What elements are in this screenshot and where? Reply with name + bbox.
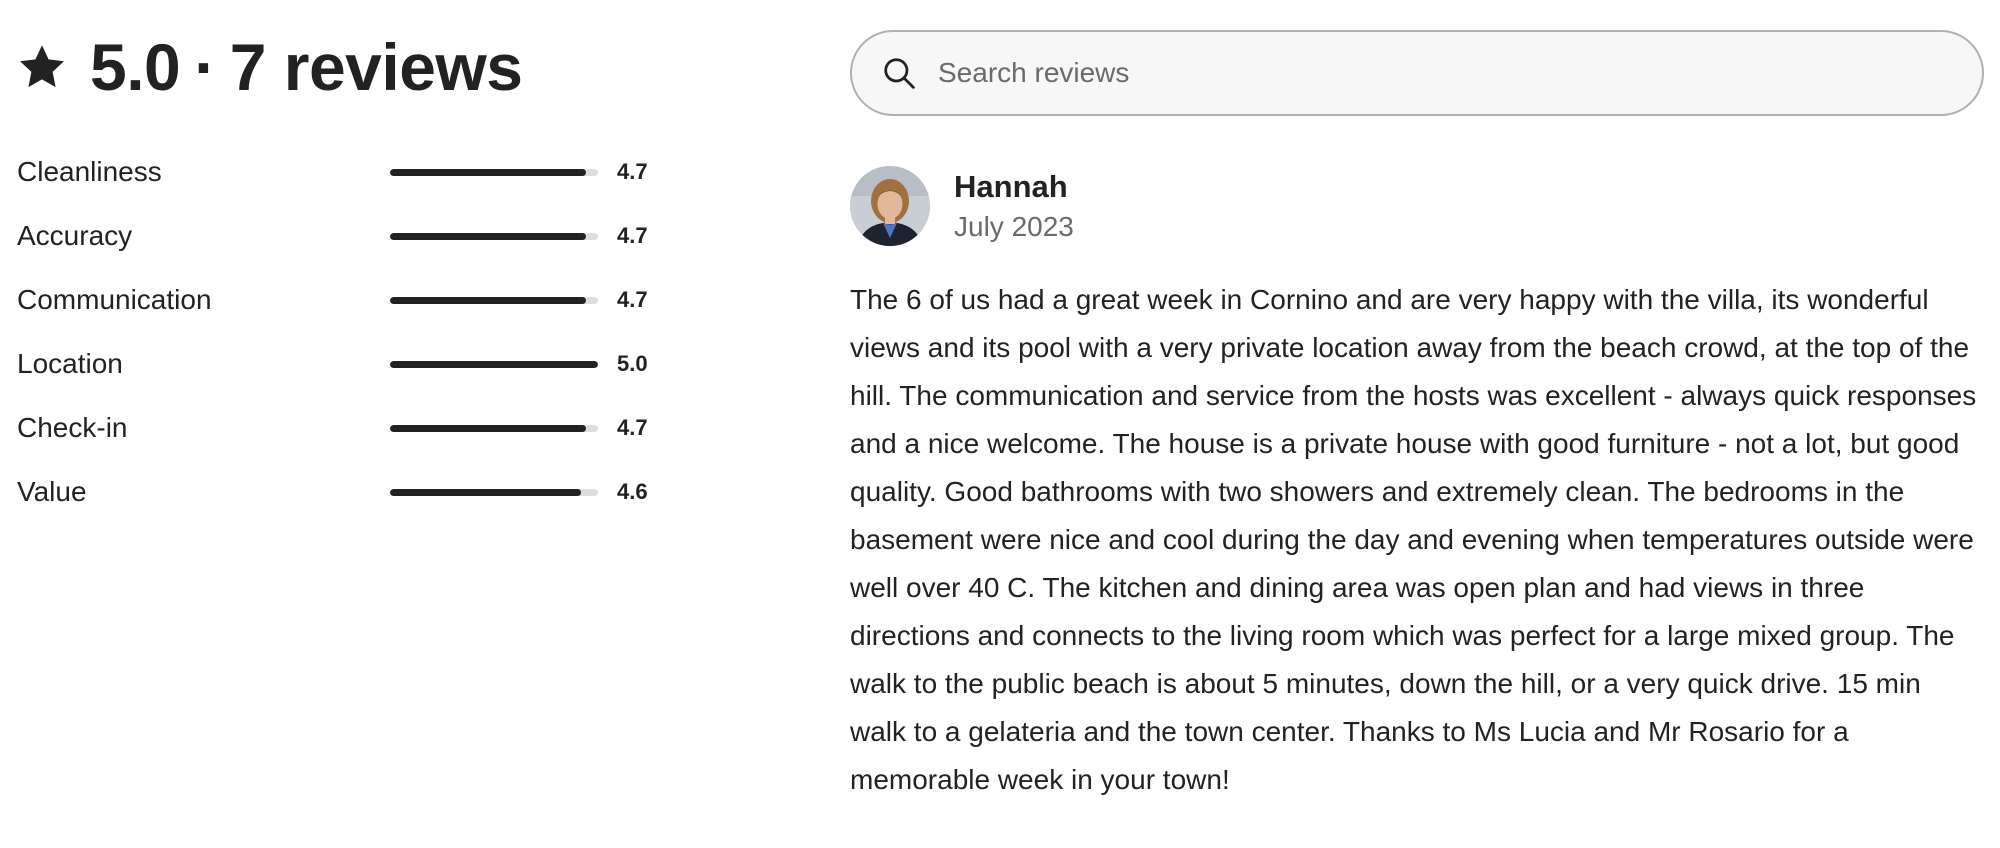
rating-row-cleanliness: Cleanliness 4.7 — [17, 140, 657, 204]
search-reviews-input[interactable] — [936, 42, 1940, 104]
review-card: Hannah July 2023 The 6 of us had a great… — [850, 164, 1984, 804]
rating-row-communication: Communication 4.7 — [17, 268, 657, 332]
rating-bar — [390, 233, 598, 240]
reviews-count: 7 reviews — [229, 30, 523, 104]
rating-label: Check-in — [17, 412, 128, 443]
rating-bar-fill — [390, 425, 586, 432]
rating-bar-fill — [390, 169, 586, 176]
rating-value: 5.0 — [617, 351, 648, 376]
rating-bar — [390, 489, 598, 496]
rating-bar — [390, 297, 598, 304]
rating-row-accuracy: Accuracy 4.7 — [17, 204, 657, 268]
rating-bar-fill — [390, 489, 582, 496]
rating-bar-fill — [390, 233, 586, 240]
rating-row-location: Location 5.0 — [17, 332, 657, 396]
rating-bar — [390, 425, 598, 432]
rating-label: Cleanliness — [17, 156, 162, 187]
rating-bar-fill — [390, 361, 598, 368]
search-icon — [882, 56, 916, 90]
reviewer-info: Hannah July 2023 — [954, 165, 1074, 247]
rating-bar — [390, 361, 598, 368]
rating-label: Communication — [17, 284, 212, 315]
review-header: Hannah July 2023 — [850, 164, 1984, 248]
rating-label: Value — [17, 476, 87, 507]
overall-rating: 5.0 — [90, 30, 181, 104]
rating-value: 4.7 — [617, 159, 648, 184]
reviewer-name: Hannah — [954, 169, 1068, 204]
rating-summary-title: 5.0 · 7 reviews — [16, 22, 523, 112]
rating-bar — [390, 169, 598, 176]
rating-label: Location — [17, 348, 123, 379]
rating-bar-fill — [390, 297, 586, 304]
review-date: July 2023 — [954, 211, 1074, 242]
rating-row-check-in: Check-in 4.7 — [17, 396, 657, 460]
review-text: The 6 of us had a great week in Cornino … — [850, 284, 1977, 795]
rating-label: Accuracy — [17, 220, 133, 251]
rating-value: 4.6 — [617, 479, 648, 504]
avatar[interactable] — [850, 166, 930, 246]
rating-value: 4.7 — [617, 415, 648, 440]
rating-value: 4.7 — [617, 287, 648, 312]
star-icon — [16, 41, 68, 93]
summary-separator: · — [194, 30, 216, 104]
category-ratings: Cleanliness 4.7 Accuracy 4.7 Communicati… — [17, 140, 657, 524]
rating-value: 4.7 — [617, 223, 648, 248]
search-reviews-box[interactable] — [850, 30, 1984, 116]
rating-row-value: Value 4.6 — [17, 460, 657, 524]
